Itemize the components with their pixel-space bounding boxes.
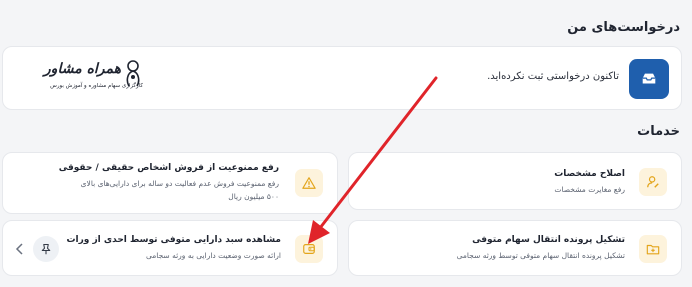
service-icon-box [295, 169, 323, 197]
service-title: تشکیل پرونده انتقال سهام متوفی [472, 235, 625, 245]
service-desc: تشکیل پرونده انتقال سهام متوفی توسط ورثه… [456, 251, 625, 260]
service-card-deceased-transfer-file[interactable]: تشکیل پرونده انتقال سهام متوفی تشکیل پرو… [348, 220, 682, 276]
wallet-icon [303, 244, 315, 254]
services-section-title: خدمات [637, 124, 680, 139]
service-title: اصلاح مشخصات [554, 169, 625, 179]
service-card-deceased-portfolio-view[interactable]: مشاهده سبد دارایی متوفی توسط احدی از ورا… [2, 220, 338, 276]
service-card-profile-correction[interactable]: اصلاح مشخصات رفع مغایرت مشخصات [348, 152, 682, 210]
requests-section-title: درخواست‌های من [567, 20, 680, 35]
chevron-left-icon[interactable] [15, 243, 25, 255]
service-icon-box [295, 235, 323, 263]
folder-plus-icon [646, 244, 660, 255]
warning-icon [302, 177, 316, 189]
watermark-logo: همراه مشاور کارگزاری سهام مشاوره و آموزش… [33, 59, 143, 99]
watermark-name: همراه مشاور [43, 61, 121, 77]
pin-icon [41, 243, 51, 255]
service-desc: رفع مغایرت مشخصات [554, 185, 625, 194]
inbox-icon-box [629, 59, 669, 99]
service-title: رفع ممنوعیت از فروش اشخاص حقیقی / حقوقی [58, 163, 279, 173]
watermark-tagline: کارگزاری سهام مشاوره و آموزش بورس [50, 83, 143, 89]
user-edit-icon [647, 176, 659, 188]
service-title: مشاهده سبد دارایی متوفی توسط احدی از ورا… [66, 235, 281, 245]
service-icon-box [639, 235, 667, 263]
service-icon-box [639, 168, 667, 196]
service-desc: ارائه صورت وضعیت دارایی به ورثه سجامی [146, 251, 281, 260]
pin-button[interactable] [33, 236, 59, 262]
requests-empty-text: تاکنون درخواستی ثبت نکرده‌اید. [487, 71, 619, 82]
requests-empty-card: تاکنون درخواستی ثبت نکرده‌اید. همراه مشا… [2, 46, 682, 110]
service-card-sale-ban-removal[interactable]: رفع ممنوعیت از فروش اشخاص حقیقی / حقوقی … [2, 152, 338, 214]
service-desc: رفع ممنوعیت فروش عدم فعالیت دو ساله برای… [80, 179, 279, 201]
inbox-icon [642, 73, 656, 84]
